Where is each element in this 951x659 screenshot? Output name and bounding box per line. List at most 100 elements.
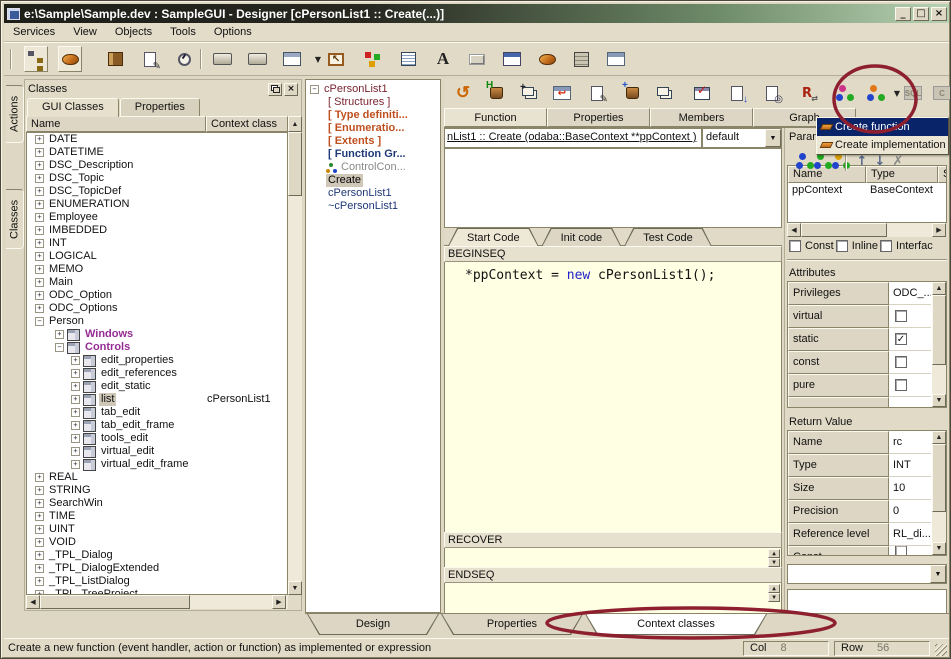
class-tree-item[interactable]: +TIME (27, 510, 287, 523)
expand-toggle[interactable]: + (35, 161, 44, 170)
expand-toggle[interactable]: + (71, 395, 80, 404)
property-value[interactable] (889, 351, 931, 374)
function-tab-properties[interactable]: Properties (547, 108, 650, 127)
class-tree-item[interactable]: +ODC_Option (27, 289, 287, 302)
table-vscrollbar[interactable]: ▲▼ (932, 282, 946, 407)
class-tree-item[interactable]: +STRING (27, 484, 287, 497)
property-row[interactable]: TypeINT (788, 454, 931, 477)
dictionary-book-icon[interactable] (103, 46, 127, 72)
class-tree-item[interactable]: +Windows (27, 328, 287, 341)
expand-toggle[interactable]: + (35, 148, 44, 157)
class-tree-item[interactable]: +_TPL_Dialog (27, 549, 287, 562)
object-tree-item[interactable]: Create (306, 174, 440, 187)
expand-toggle[interactable]: + (35, 551, 44, 560)
checkbox-inline[interactable] (836, 240, 848, 252)
expand-toggle[interactable]: + (35, 213, 44, 222)
property-value[interactable] (889, 305, 931, 328)
class-tree-item[interactable]: +Main (27, 276, 287, 289)
side-tab-actions[interactable]: Actions (6, 85, 24, 143)
recover-code-editor[interactable]: ▲▼ (444, 548, 782, 567)
property-row[interactable]: static✓ (788, 328, 931, 351)
code-tab-start-code[interactable]: Start Code (448, 228, 539, 246)
expand-toggle[interactable]: + (35, 564, 44, 573)
browse-source-icon[interactable]: ◎ (760, 81, 784, 105)
class-tree-item[interactable]: +DATETIME (27, 146, 287, 159)
menu-item-create-function[interactable]: Create function (817, 118, 948, 136)
class-tree-item[interactable]: +LOGICAL (27, 250, 287, 263)
property-checkbox[interactable] (895, 356, 907, 368)
expand-toggle[interactable]: + (35, 304, 44, 313)
class-tree-item[interactable]: +listcPersonList1 (27, 393, 287, 406)
checkbox-const[interactable] (789, 240, 801, 252)
hscroll-thumb[interactable] (40, 595, 190, 609)
expand-toggle[interactable]: + (35, 577, 44, 586)
property-value[interactable]: ✓ (889, 328, 931, 351)
database-disc-2-icon[interactable] (535, 46, 559, 72)
rename-references-icon[interactable]: R⇄ (795, 81, 819, 105)
expand-toggle[interactable]: + (71, 434, 80, 443)
classes-tab-gui-classes[interactable]: GUI Classes (27, 98, 119, 117)
expand-toggle[interactable]: − (310, 85, 319, 94)
resize-grip[interactable] (935, 644, 947, 656)
property-checkbox[interactable] (895, 379, 907, 391)
class-tree-item[interactable]: +REAL (27, 471, 287, 484)
scroll-right-button[interactable]: ▶ (272, 595, 286, 609)
checkbox-interfac[interactable] (880, 240, 892, 252)
bottom-tab-context-classes[interactable]: Context classes (585, 614, 767, 635)
sql-function-disabled-icon[interactable]: SQL (901, 81, 925, 105)
expand-toggle[interactable]: + (71, 369, 80, 378)
variant-dropdown-icon[interactable]: ▼ (765, 129, 781, 147)
expand-toggle[interactable]: + (35, 525, 44, 534)
image-frame-icon[interactable]: ↖ (324, 46, 348, 72)
function-graph-icon[interactable] (830, 81, 854, 105)
bottom-tab-properties[interactable]: Properties (441, 614, 583, 635)
class-tree-item[interactable]: +DSC_Description (27, 159, 287, 172)
add-parameter-icon[interactable]: + (620, 81, 644, 105)
side-tab-classes[interactable]: Classes (6, 189, 24, 249)
object-tree-item[interactable]: cPersonList1 (306, 187, 440, 200)
property-row[interactable]: pure (788, 374, 931, 397)
class-tree-hscrollbar[interactable]: ◀ ▶ (26, 595, 288, 609)
class-tree-item[interactable]: +UINT (27, 523, 287, 536)
class-tree-item[interactable]: +ENUMERATION (27, 198, 287, 211)
export-source-icon[interactable]: ↓ (725, 81, 749, 105)
font-style-icon[interactable]: A (431, 46, 455, 72)
import-window-icon[interactable]: ↩ (550, 81, 574, 105)
menu-options[interactable]: Options (205, 24, 261, 40)
class-hierarchy-icon[interactable] (24, 46, 48, 72)
expand-toggle[interactable]: + (35, 499, 44, 508)
class-tree-item[interactable]: +DSC_Topic (27, 172, 287, 185)
vscroll-thumb[interactable] (288, 132, 302, 196)
expand-toggle[interactable]: + (71, 447, 80, 456)
start-code-editor[interactable]: *ppContext = new cPersonList1(); (444, 262, 782, 532)
column-context-class[interactable]: Context class (206, 116, 288, 132)
clock-icon[interactable] (172, 46, 196, 72)
recover-scroll-arrows[interactable]: ▲▼ (768, 549, 780, 567)
object-tree-item[interactable]: ~cPersonList1 (306, 200, 440, 213)
class-tree-item[interactable]: +_TPL_TreeProject (27, 588, 287, 595)
drive-yellow-icon[interactable] (245, 46, 269, 72)
expand-toggle[interactable]: + (71, 356, 80, 365)
undo-icon[interactable]: ↺ (451, 81, 475, 105)
function-tab-function[interactable]: Function (444, 108, 547, 127)
class-tree-item[interactable]: +virtual_edit (27, 445, 287, 458)
class-tree-item[interactable]: +_TPL_ListDialog (27, 575, 287, 588)
table-vscrollbar[interactable]: ▲▼ (932, 431, 946, 555)
close-button[interactable]: × (931, 7, 947, 21)
expand-toggle[interactable]: + (35, 135, 44, 144)
object-tree-item[interactable]: −cPersonList1 (306, 83, 440, 96)
class-tree-item[interactable]: +tab_edit (27, 406, 287, 419)
class-tree-item[interactable]: +SearchWin (27, 497, 287, 510)
report-list-icon[interactable] (396, 46, 420, 72)
property-checkbox[interactable] (895, 546, 907, 556)
new-handler-icon[interactable]: H (484, 81, 508, 105)
property-row[interactable]: Namerc (788, 431, 931, 454)
property-row[interactable]: Reference levelRL_di... (788, 523, 931, 546)
property-row[interactable]: virtual (788, 305, 931, 328)
object-tree-item[interactable]: [ Enumeratio... (306, 122, 440, 135)
expand-toggle[interactable]: + (71, 382, 80, 391)
class-tree-item[interactable]: +VOID (27, 536, 287, 549)
object-tree-item[interactable]: ControlCon... (306, 161, 440, 174)
class-tree-item[interactable]: +ODC_Options (27, 302, 287, 315)
class-tree-item[interactable]: +edit_static (27, 380, 287, 393)
